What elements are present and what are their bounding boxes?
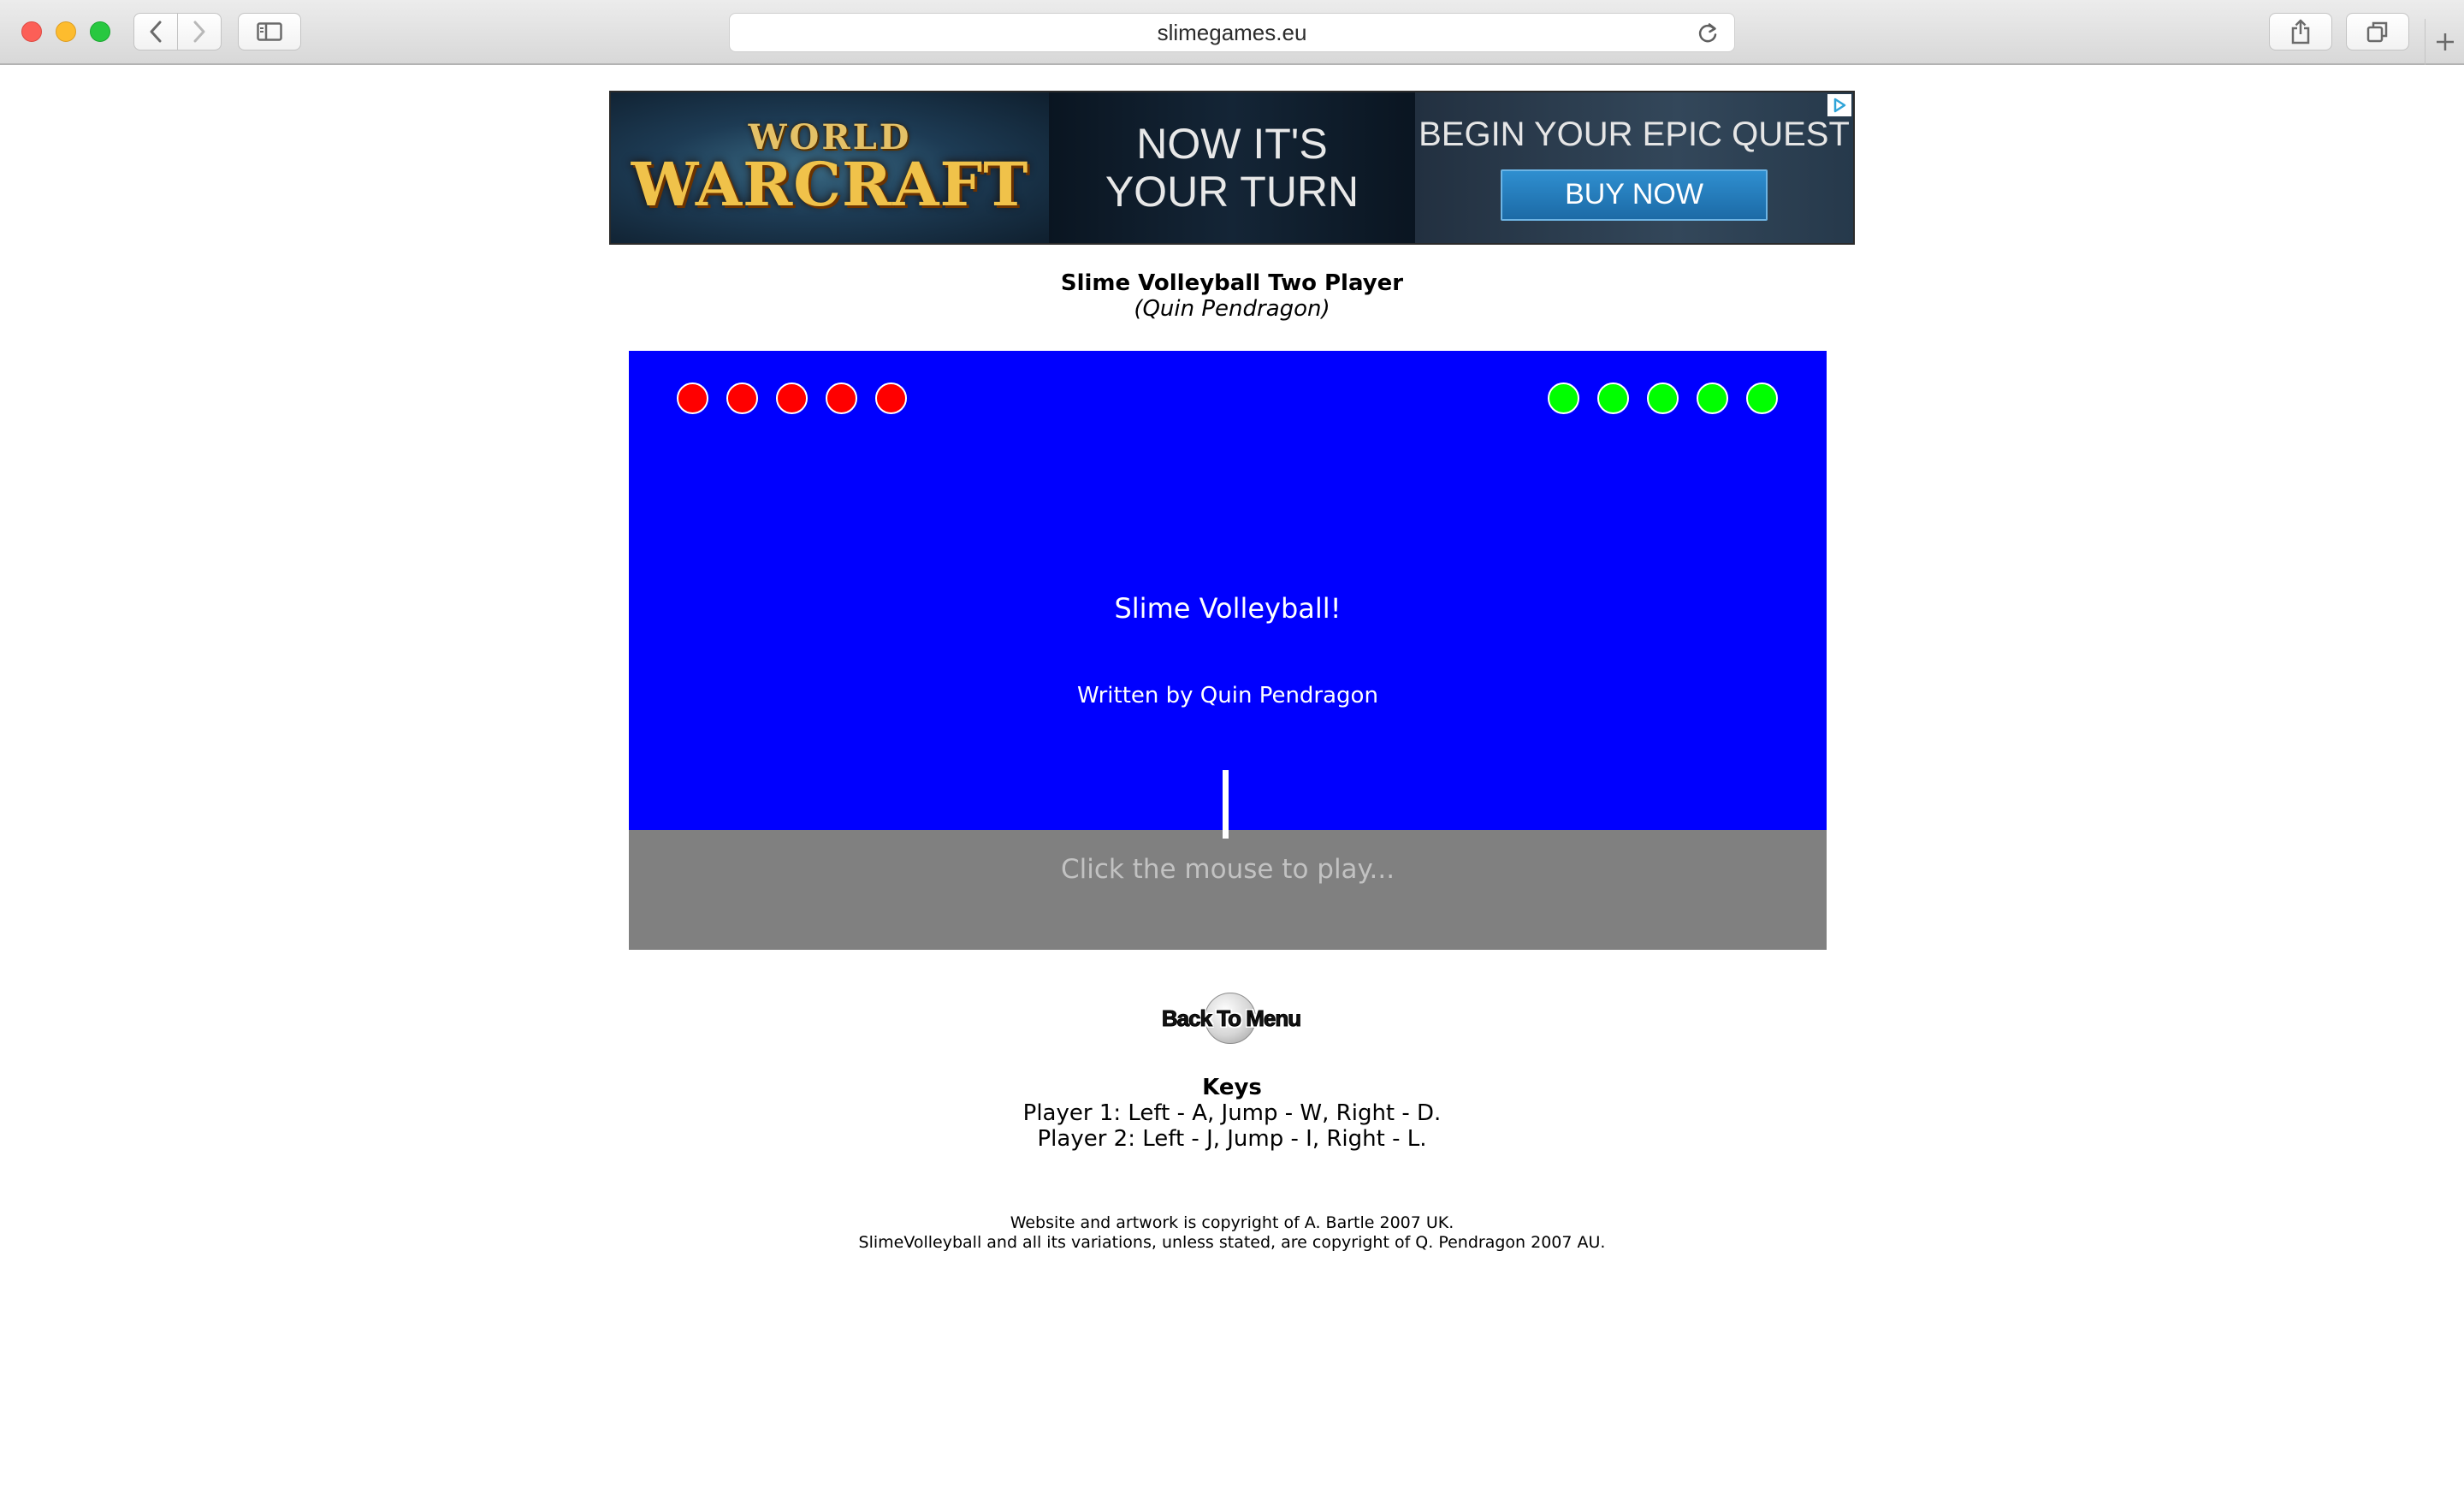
page-title: Slime Volleyball Two Player: [1060, 270, 1404, 296]
game-credit: Written by Quin Pendragon: [1077, 683, 1378, 708]
ad-tagline-line1: NOW IT'S: [1136, 120, 1328, 168]
zoom-window-button[interactable]: [90, 21, 110, 42]
player1-point-dot: [677, 382, 708, 414]
page-author: (Quin Pendragon): [1134, 296, 1330, 322]
player1-point-dot: [875, 382, 907, 414]
chevron-left-icon: [150, 21, 162, 43]
footer-line1: Website and artwork is copyright of A. B…: [1010, 1213, 1454, 1232]
footer: Website and artwork is copyright of A. B…: [0, 1213, 2464, 1253]
player2-point-dot: [1746, 382, 1778, 414]
sidebar-icon: [257, 22, 282, 41]
plus-icon: [2436, 33, 2454, 50]
player1-point-dot: [826, 382, 857, 414]
adchoices-icon: [1833, 98, 1846, 113]
tabs-overview-icon: [2366, 21, 2388, 43]
player2-point-dot: [1548, 382, 1579, 414]
ad-tagline: NOW IT'S YOUR TURN: [1049, 92, 1415, 243]
player2-point-dot: [1697, 382, 1728, 414]
player2-point-dot: [1597, 382, 1629, 414]
game-canvas[interactable]: Slime Volleyball! Written by Quin Pendra…: [629, 351, 1827, 950]
keys-title: Keys: [1202, 1075, 1262, 1100]
minimize-window-button[interactable]: [56, 21, 76, 42]
address-bar[interactable]: slimegames.eu: [729, 13, 1735, 52]
back-button[interactable]: [134, 14, 177, 50]
adchoices-button[interactable]: [1827, 94, 1851, 116]
back-to-menu-label: Back To Menu: [1161, 1005, 1301, 1031]
forward-button[interactable]: [178, 14, 221, 50]
player1-point-dot: [726, 382, 758, 414]
back-to-menu-button[interactable]: Back To Menu: [1153, 991, 1309, 1046]
chevron-right-icon: [193, 21, 205, 43]
close-window-button[interactable]: [21, 21, 42, 42]
ad-tagline-line2: YOUR TURN: [1105, 168, 1359, 216]
reload-button[interactable]: [1697, 21, 1719, 51]
navigation-buttons: [133, 13, 222, 50]
new-tab-button[interactable]: [2425, 19, 2464, 65]
reload-icon: [1698, 23, 1717, 43]
game-sky: [629, 351, 1827, 830]
keys-player2: Player 2: Left - J, Jump - I, Right - L.: [1037, 1126, 1427, 1152]
logo-main-text: WARCRAFT: [631, 149, 1029, 220]
warcraft-logo: WORLD WARCRAFT: [611, 92, 1049, 243]
keys-player1: Player 1: Left - A, Jump - W, Right - D.: [1022, 1100, 1442, 1126]
sidebar-toggle-button[interactable]: [238, 13, 301, 50]
footer-line2: SlimeVolleyball and all its variations, …: [858, 1233, 1606, 1252]
player1-point-dot: [776, 382, 808, 414]
browser-toolbar: slimegames.eu: [0, 0, 2464, 65]
game-ground: [629, 830, 1827, 950]
share-icon: [2291, 19, 2310, 44]
player2-point-dot: [1647, 382, 1679, 414]
share-button[interactable]: [2269, 13, 2332, 50]
keys-section: Keys Player 1: Left - A, Jump - W, Right…: [0, 1075, 2464, 1152]
volleyball-net: [1223, 770, 1229, 839]
tab-overview-button[interactable]: [2346, 13, 2409, 50]
url-text: slimegames.eu: [1157, 19, 1307, 45]
ad-cta-panel: BEGIN YOUR EPIC QUEST BUY NOW: [1415, 92, 1853, 243]
ad-banner[interactable]: WORLD WARCRAFT NOW IT'S YOUR TURN BEGIN …: [609, 91, 1855, 245]
game-title: Slime Volleyball!: [1114, 592, 1342, 625]
buy-now-button[interactable]: BUY NOW: [1501, 169, 1768, 221]
play-prompt: Click the mouse to play...: [1060, 854, 1395, 885]
ad-quest-text: BEGIN YOUR EPIC QUEST: [1419, 115, 1850, 153]
